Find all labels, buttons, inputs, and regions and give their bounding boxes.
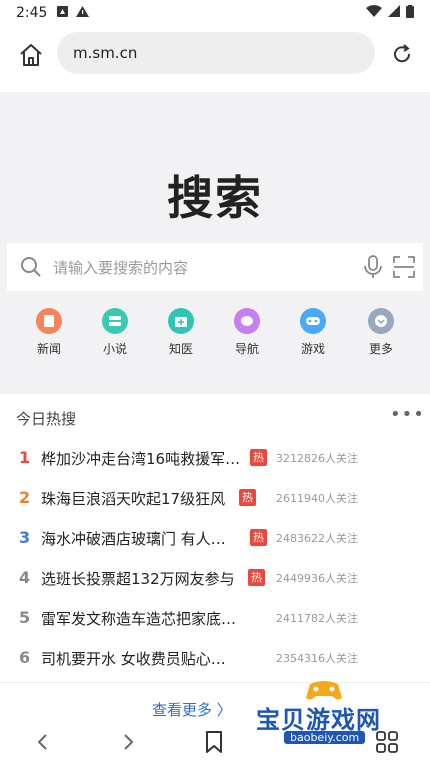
battery-icon	[406, 4, 414, 22]
hot-count: 3212826人关注	[276, 452, 358, 465]
navigation-icon	[234, 308, 260, 334]
hot-rank: 2	[19, 488, 31, 507]
hot-count: 2483622人关注	[276, 532, 358, 545]
scan-icon[interactable]	[392, 255, 416, 279]
hot-badge: 热	[250, 529, 267, 546]
back-button[interactable]	[28, 730, 58, 758]
bookmark-icon	[205, 731, 223, 757]
status-right	[366, 4, 414, 22]
reload-button[interactable]	[386, 40, 418, 72]
bookmark-button[interactable]	[199, 730, 229, 758]
status-bar: 2:45	[0, 0, 430, 26]
see-more-link[interactable]: 查看更多 〉	[152, 699, 232, 720]
hot-count: 2449936人关注	[276, 572, 358, 585]
hot-text: 雷军发文称造车造芯把家底…	[41, 610, 237, 628]
browser-toolbar: m.sm.cn	[0, 26, 430, 92]
quick-link-game[interactable]: 游戏	[280, 308, 346, 357]
hot-search-title: 今日热搜	[16, 410, 77, 428]
hot-badge: 热	[250, 449, 267, 466]
hot-rank: 3	[19, 528, 31, 547]
forward-button[interactable]	[113, 730, 143, 758]
hot-badge: 热	[248, 569, 265, 586]
search-hero: 搜索 请输入要搜索的内容 新闻 小说 知医 导航 游戏 更多	[0, 92, 430, 394]
hot-search-item[interactable]: 2 珠海巨浪滔天吹起17级狂风 热 2611940人关注	[0, 478, 430, 518]
hot-rank: 6	[19, 648, 31, 667]
status-time: 2:45	[16, 5, 48, 21]
chevron-right-icon	[121, 733, 135, 755]
watermark-url: baobeiy.com	[284, 731, 366, 744]
search-input[interactable]: 请输入要搜索的内容	[7, 243, 423, 291]
hot-text: 海水冲破酒店玻璃门 有人…	[41, 530, 226, 548]
hot-count: 2611940人关注	[276, 492, 358, 505]
hot-search-item[interactable]: 3 海水冲破酒店玻璃门 有人… 热 2483622人关注	[0, 518, 430, 558]
home-button[interactable]	[14, 40, 48, 74]
hot-search-item[interactable]: 6 司机要开水 女收费员贴心… 2354316人关注	[0, 638, 430, 678]
game-icon	[300, 308, 326, 334]
reload-icon	[391, 43, 413, 69]
hot-count: 2354316人关注	[276, 652, 358, 665]
quick-link-medical[interactable]: 知医	[148, 308, 214, 357]
novel-icon	[102, 308, 128, 334]
hot-rank: 4	[19, 568, 31, 587]
quick-link-more[interactable]: 更多	[348, 308, 414, 357]
hot-search-item[interactable]: 5 雷军发文称造车造芯把家底… 2411782人关注	[0, 598, 430, 638]
search-placeholder: 请输入要搜索的内容	[53, 259, 189, 277]
hot-search-item[interactable]: 1 桦加沙冲走台湾16吨救援军… 热 3212826人关注	[0, 438, 430, 478]
search-logo: 搜索	[167, 171, 263, 225]
notification-icon	[57, 6, 69, 20]
hot-text: 司机要开水 女收费员贴心…	[41, 650, 226, 668]
more-icon	[368, 308, 394, 334]
voice-search-icon[interactable]	[361, 254, 385, 280]
hot-text: 选班长投票超132万网友参与	[41, 570, 235, 588]
quick-link-navigation[interactable]: 导航	[214, 308, 280, 357]
chevron-left-icon	[36, 733, 50, 755]
watermark-text: 宝贝游戏网	[256, 706, 381, 734]
news-icon	[36, 308, 62, 334]
quick-link-label: 新闻	[36, 342, 61, 356]
hot-rank: 5	[19, 608, 31, 627]
more-options-icon[interactable]: •••	[390, 404, 425, 425]
hot-count: 2411782人关注	[276, 612, 358, 625]
quick-link-label: 游戏	[300, 342, 325, 356]
quick-link-label: 知医	[168, 342, 193, 356]
url-text: m.sm.cn	[73, 44, 138, 62]
hot-text: 珠海巨浪滔天吹起17级狂风	[41, 490, 226, 508]
watermark: 宝贝游戏网 baobeiy.com	[256, 680, 406, 760]
quick-link-label: 导航	[234, 342, 259, 356]
quick-link-novel[interactable]: 小说	[82, 308, 148, 357]
url-field[interactable]: m.sm.cn	[57, 32, 375, 74]
wifi-icon	[366, 5, 382, 21]
signal-icon	[388, 5, 400, 21]
hot-badge: 热	[239, 489, 256, 506]
hot-rank: 1	[19, 448, 31, 467]
search-icon	[19, 255, 43, 279]
hot-search-header: 今日热搜 •••	[0, 394, 430, 440]
medical-icon	[168, 308, 194, 334]
warning-icon	[76, 6, 90, 20]
quick-links: 新闻 小说 知医 导航 游戏 更多	[0, 308, 430, 358]
home-icon	[18, 43, 44, 71]
quick-link-label: 小说	[102, 342, 127, 356]
quick-link-news[interactable]: 新闻	[16, 308, 82, 357]
quick-link-label: 更多	[368, 342, 393, 356]
hot-text: 桦加沙冲走台湾16吨救援军…	[41, 450, 241, 468]
hot-search-item[interactable]: 4 选班长投票超132万网友参与 热 2449936人关注	[0, 558, 430, 598]
